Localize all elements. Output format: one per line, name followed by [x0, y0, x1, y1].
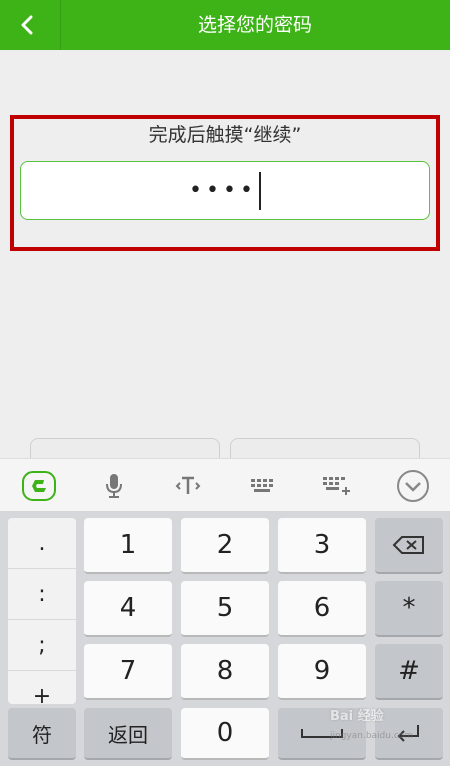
title-bar: 选择您的密码: [0, 0, 450, 50]
key-1[interactable]: 1: [84, 518, 172, 574]
key-hash[interactable]: #: [375, 644, 443, 700]
back-key[interactable]: 返回: [84, 708, 172, 760]
key-3[interactable]: 3: [278, 518, 366, 574]
text-cursor-icon[interactable]: [171, 471, 205, 501]
key-5[interactable]: 5: [181, 581, 269, 637]
keyboard-icon[interactable]: [246, 471, 280, 501]
backspace-icon: [392, 536, 424, 554]
backspace-key[interactable]: [375, 518, 443, 574]
symbol-key[interactable]: +: [8, 671, 76, 704]
collapse-keyboard-icon[interactable]: [396, 470, 430, 502]
page-title: 选择您的密码: [197, 14, 312, 36]
highlight-annotation: [10, 115, 440, 251]
key-star[interactable]: *: [375, 581, 443, 637]
symbol-key[interactable]: .: [8, 518, 76, 569]
back-button[interactable]: [10, 8, 44, 42]
watermark-brand: Bai 经验: [330, 709, 384, 724]
microphone-icon[interactable]: [97, 471, 131, 501]
symbol-list[interactable]: . : ; +: [8, 518, 76, 704]
key-6[interactable]: 6: [278, 581, 366, 637]
watermark: Bai 经验 jingyan.baidu.com: [330, 705, 445, 763]
symbol-key[interactable]: ;: [8, 620, 76, 671]
symbols-key[interactable]: 符: [8, 708, 76, 760]
symbol-key[interactable]: :: [8, 569, 76, 620]
key-9[interactable]: 9: [278, 644, 366, 700]
back-arrow-icon: [21, 15, 33, 35]
key-7[interactable]: 7: [84, 644, 172, 700]
watermark-url: jingyan.baidu.com: [330, 731, 414, 741]
keyboard-add-icon[interactable]: [320, 471, 354, 501]
keyboard-toolbar: [0, 458, 450, 512]
key-0[interactable]: 0: [181, 708, 269, 760]
key-4[interactable]: 4: [84, 581, 172, 637]
password-screen: 完成后触摸“继续” •••• 取消 继续: [0, 50, 450, 496]
key-2[interactable]: 2: [181, 518, 269, 574]
key-8[interactable]: 8: [181, 644, 269, 700]
app-logo-icon[interactable]: [22, 471, 56, 501]
